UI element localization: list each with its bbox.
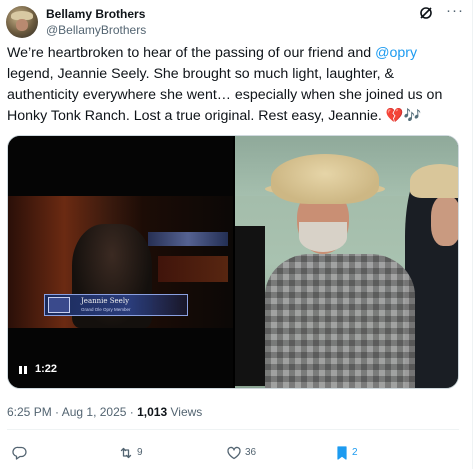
photo-cowboy-hat xyxy=(271,154,379,204)
pause-icon[interactable] xyxy=(18,365,28,375)
meta-separator-2: · xyxy=(126,405,138,419)
tweet-text-part-1: We’re heartbroken to hear of the passing… xyxy=(7,45,376,61)
tweet-meta: 6:25 PM · Aug 1, 2025 · 1,013 Views xyxy=(7,405,202,419)
meta-separator: · xyxy=(51,405,62,419)
video-lower-third: Jeannie Seely Grand Ole Opry Member xyxy=(44,294,188,316)
bookmark-count: 2 xyxy=(352,447,358,458)
like-button[interactable]: 36 xyxy=(226,445,260,461)
bookmark-button[interactable]: 2 xyxy=(334,445,364,461)
grok-icon[interactable] xyxy=(419,6,433,20)
like-count: 36 xyxy=(245,447,257,458)
photo[interactable] xyxy=(235,136,458,388)
photo-person-left xyxy=(235,226,265,386)
reply-button[interactable] xyxy=(12,445,32,461)
avatar-face xyxy=(16,19,28,31)
video-player[interactable]: Jeannie Seely Grand Ole Opry Member 1:22 xyxy=(8,136,233,388)
avatar[interactable] xyxy=(6,6,38,38)
opry-logo xyxy=(48,297,70,313)
more-options-icon[interactable]: ··· xyxy=(446,3,464,18)
photo-face-right xyxy=(431,196,458,246)
tweet-text: We’re heartbroken to hear of the passing… xyxy=(7,43,467,127)
media-grid: Jeannie Seely Grand Ole Opry Member 1:22 xyxy=(7,135,459,389)
emoji: 💔🎶 xyxy=(385,108,422,124)
tweet-time[interactable]: 6:25 PM xyxy=(7,405,52,419)
lower-third-subtitle: Grand Ole Opry Member xyxy=(81,307,131,312)
tweet-date[interactable]: Aug 1, 2025 xyxy=(62,405,127,419)
photo-hat-right xyxy=(410,164,458,198)
repost-icon xyxy=(120,447,132,459)
reply-icon xyxy=(12,446,27,460)
author-handle[interactable]: @BellamyBrothers xyxy=(46,23,146,37)
repost-button[interactable]: 9 xyxy=(118,445,148,461)
author-name[interactable]: Bellamy Brothers xyxy=(46,7,145,21)
video-stage-lights-2 xyxy=(158,256,228,282)
views-label: Views xyxy=(167,405,203,419)
photo-beard xyxy=(299,222,347,252)
photo-plaid-overlay xyxy=(265,254,415,388)
mention-link[interactable]: @opry xyxy=(375,45,417,61)
views-count: 1,013 xyxy=(137,405,168,419)
lower-third-name: Jeannie Seely xyxy=(81,297,130,305)
divider xyxy=(7,429,459,430)
video-duration: 1:22 xyxy=(35,363,58,375)
tweet-card: Bellamy Brothers @BellamyBrothers ··· We… xyxy=(0,0,473,469)
repost-count: 9 xyxy=(137,447,143,458)
bookmark-icon xyxy=(337,446,347,460)
heart-icon xyxy=(227,446,241,460)
tweet-text-part-2: legend, Jeannie Seely. She brought so mu… xyxy=(7,66,443,124)
video-stage-lights xyxy=(148,232,228,246)
